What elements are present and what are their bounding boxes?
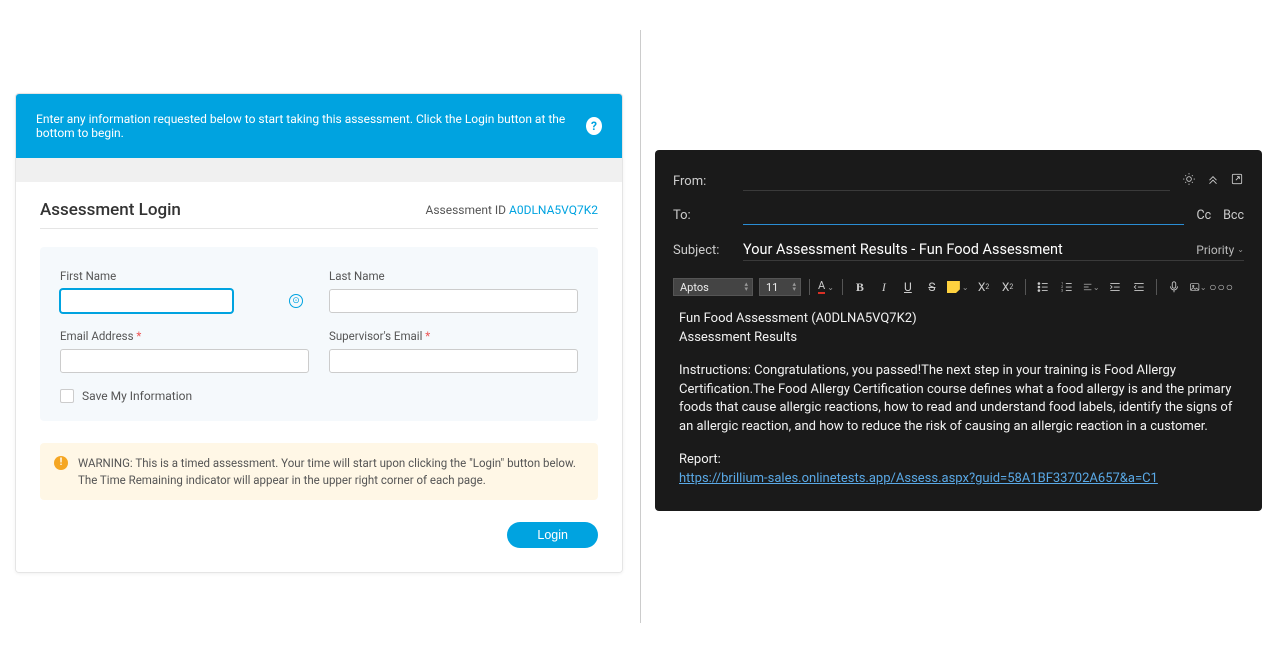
email-body[interactable]: Fun Food Assessment (A0DLNA5VQ7K2) Asses…	[673, 304, 1244, 489]
report-label: Report:	[679, 451, 1244, 470]
login-form: First Name ⊙ Last Name	[40, 247, 598, 421]
last-name-input[interactable]	[329, 289, 578, 313]
warning-text: WARNING: This is a timed assessment. You…	[78, 455, 584, 488]
first-name-input[interactable]	[60, 289, 233, 313]
to-field[interactable]	[743, 205, 1184, 225]
highlight-button[interactable]: ⌄	[947, 281, 969, 293]
save-info-label: Save My Information	[82, 389, 192, 403]
strikethrough-button[interactable]: S	[923, 278, 941, 296]
bcc-button[interactable]: Bcc	[1223, 208, 1244, 223]
assessment-login-card: Enter any information requested below to…	[15, 93, 623, 573]
bullet-list-button[interactable]	[1034, 278, 1052, 296]
supervisor-email-label: Supervisor's Email *	[329, 329, 578, 343]
report-link[interactable]: https://brillium-sales.onlinetests.app/A…	[679, 471, 1158, 486]
subject-value: Your Assessment Results - Fun Food Asses…	[743, 241, 1063, 258]
subscript-button[interactable]: X2	[999, 278, 1017, 296]
info-banner-text: Enter any information requested below to…	[36, 112, 586, 140]
body-line1: Fun Food Assessment (A0DLNA5VQ7K2)	[679, 310, 1244, 329]
first-name-label: First Name	[60, 269, 309, 283]
subject-label: Subject:	[673, 243, 731, 258]
save-info-checkbox[interactable]	[60, 389, 74, 403]
align-button[interactable]: ⌄	[1082, 278, 1100, 296]
email-input[interactable]	[60, 349, 309, 373]
collapse-icon[interactable]	[1206, 172, 1220, 190]
last-name-label: Last Name	[329, 269, 578, 283]
assessment-id: Assessment ID A0DLNA5VQ7K2	[426, 203, 599, 217]
warning-icon: !	[54, 456, 68, 470]
priority-dropdown[interactable]: Priority⌄	[1196, 243, 1244, 257]
divider	[40, 228, 598, 229]
mic-icon[interactable]	[1165, 278, 1183, 296]
font-color-button[interactable]: A⌄	[818, 280, 834, 294]
outdent-button[interactable]	[1130, 278, 1148, 296]
body-line2: Assessment Results	[679, 329, 1244, 348]
font-size-select[interactable]: 11 ▴▾	[759, 278, 801, 296]
to-label: To:	[673, 208, 731, 223]
popout-icon[interactable]	[1230, 172, 1244, 190]
superscript-button[interactable]: X2	[975, 278, 993, 296]
key-icon: ⊙	[289, 294, 303, 308]
more-button[interactable]: ○○○	[1213, 278, 1231, 296]
body-instructions: Instructions: Congratulations, you passe…	[679, 362, 1244, 437]
indent-button[interactable]	[1106, 278, 1124, 296]
info-banner: Enter any information requested below to…	[16, 94, 622, 158]
italic-button[interactable]: I	[875, 278, 893, 296]
format-toolbar: Aptos ▴▾ 11 ▴▾ A⌄ B I U S ⌄ X	[673, 268, 1244, 304]
bold-button[interactable]: B	[851, 278, 869, 296]
subject-field[interactable]: Your Assessment Results - Fun Food Asses…	[743, 239, 1244, 261]
email-compose: From: To: Cc Bcc	[655, 150, 1262, 511]
underline-button[interactable]: U	[899, 278, 917, 296]
email-label: Email Address *	[60, 329, 309, 343]
cc-button[interactable]: Cc	[1196, 208, 1211, 223]
svg-text:3: 3	[1061, 289, 1063, 293]
assessment-id-value: A0DLNA5VQ7K2	[509, 203, 598, 217]
from-field[interactable]	[743, 171, 1170, 191]
numbered-list-button[interactable]: 123	[1058, 278, 1076, 296]
page-title: Assessment Login	[40, 200, 181, 220]
warning-box: ! WARNING: This is a timed assessment. Y…	[40, 443, 598, 500]
theme-icon[interactable]	[1182, 172, 1196, 190]
from-label: From:	[673, 174, 731, 189]
image-icon[interactable]: ⌄	[1189, 278, 1207, 296]
banner-strip	[16, 158, 622, 182]
login-button[interactable]: Login	[507, 522, 598, 548]
font-family-select[interactable]: Aptos ▴▾	[673, 278, 753, 296]
supervisor-email-input[interactable]	[329, 349, 578, 373]
help-icon[interactable]: ?	[586, 117, 602, 135]
